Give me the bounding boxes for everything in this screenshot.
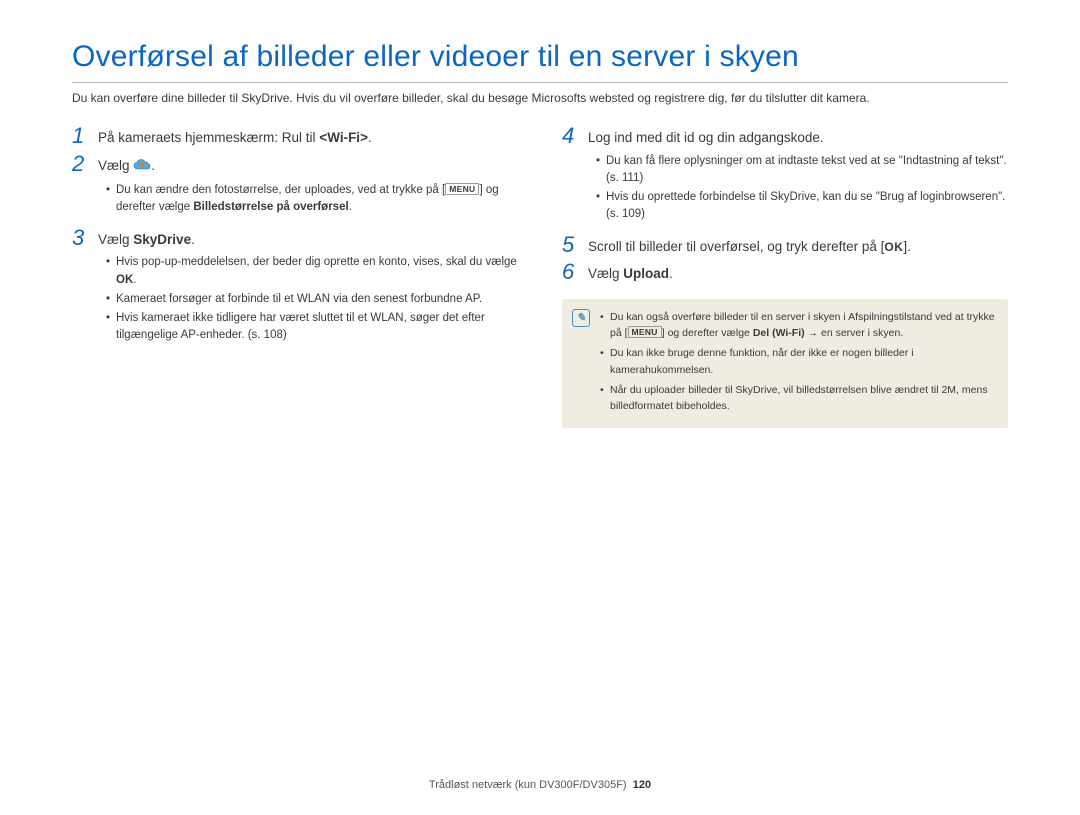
step-3-post: . <box>191 232 195 247</box>
note-list: Du kan også overføre billeder til en ser… <box>600 309 996 419</box>
step-1-text: På kameraets hjemmeskærm: Rul til <Wi-Fi… <box>98 125 372 149</box>
cloud-icon <box>133 157 151 179</box>
step-1-post: . <box>368 130 372 145</box>
bullet-text: Du kan ændre den fotostørrelse, der uplo… <box>116 184 445 196</box>
page-title: Overførsel af billeder eller videoer til… <box>72 40 1008 74</box>
step-number: 4 <box>562 125 580 147</box>
step-1: 1 På kameraets hjemmeskærm: Rul til <Wi-… <box>72 125 518 149</box>
step-6: 6 Vælg Upload. <box>562 261 1008 285</box>
step-5-text: Scroll til billeder til overførsel, og t… <box>588 234 911 258</box>
arrow-icon: → <box>805 327 821 339</box>
step-4: 4 Log ind med dit id og din adgangskode. <box>562 125 1008 149</box>
step-3: 3 Vælg SkyDrive. <box>72 227 518 251</box>
note-icon: ✎ <box>572 309 590 327</box>
list-item: Hvis kameraet ikke tidligere har været s… <box>106 310 518 345</box>
right-column: 4 Log ind med dit id og din adgangskode.… <box>562 125 1008 428</box>
ok-label: OK <box>116 274 133 286</box>
step-2-bullets: Du kan ændre den fotostørrelse, der uplo… <box>72 182 518 217</box>
menu-icon: MENU <box>445 183 479 195</box>
step-2-label: Vælg <box>98 158 133 173</box>
note-box: ✎ Du kan også overføre billeder til en s… <box>562 299 1008 429</box>
list-item: Du kan også overføre billeder til en ser… <box>600 309 996 342</box>
content-columns: 1 På kameraets hjemmeskærm: Rul til <Wi-… <box>72 125 1008 428</box>
step-6-pre: Vælg <box>588 266 623 281</box>
list-item: Hvis du oprettede forbindelse til SkyDri… <box>596 189 1008 224</box>
list-item: Når du uploader billeder til SkyDrive, v… <box>600 382 996 415</box>
step-3-pre: Vælg <box>98 232 133 247</box>
step-2: 2 Vælg . <box>72 153 518 179</box>
step-6-post: . <box>669 266 673 281</box>
list-item: Du kan ikke bruge denne funktion, når de… <box>600 345 996 378</box>
step-5: 5 Scroll til billeder til overførsel, og… <box>562 234 1008 258</box>
list-item: Kameraet forsøger at forbinde til et WLA… <box>106 291 518 308</box>
skydrive-label: SkyDrive <box>133 232 191 247</box>
page-number: 120 <box>633 779 651 791</box>
note-text: ] og derefter vælge <box>662 327 753 339</box>
step-1-pre: På kameraets hjemmeskærm: Rul til <box>98 130 319 145</box>
bullet-text: . <box>133 274 136 286</box>
step-4-bullets: Du kan få flere oplysninger om at indtas… <box>562 153 1008 224</box>
title-divider <box>72 82 1008 83</box>
step-6-text: Vælg Upload. <box>588 261 673 285</box>
note-bold: Del (Wi-Fi) <box>753 327 805 339</box>
step-5-pre: Scroll til billeder til overførsel, og t… <box>588 239 884 254</box>
list-item: Hvis pop-up-meddelelsen, der beder dig o… <box>106 254 518 289</box>
upload-label: Upload <box>623 266 669 281</box>
step-2-dot: . <box>151 158 155 173</box>
step-4-text: Log ind med dit id og din adgangskode. <box>588 125 824 149</box>
left-column: 1 På kameraets hjemmeskærm: Rul til <Wi-… <box>72 125 518 428</box>
step-2-text: Vælg . <box>98 153 155 179</box>
ok-icon: OK <box>884 238 903 257</box>
page-footer: Trådløst netværk (kun DV300F/DV305F) 120 <box>0 779 1080 791</box>
step-number: 2 <box>72 153 90 175</box>
step-number: 5 <box>562 234 580 256</box>
note-text: en server i skyen. <box>821 327 903 339</box>
step-number: 6 <box>562 261 580 283</box>
step-number: 1 <box>72 125 90 147</box>
intro-text: Du kan overføre dine billeder til SkyDri… <box>72 89 1008 107</box>
note-icon-wrap: ✎ <box>572 309 590 419</box>
list-item: Du kan få flere oplysninger om at indtas… <box>596 153 1008 188</box>
step-5-post: ]. <box>903 239 911 254</box>
wifi-label: <Wi-Fi> <box>319 130 368 145</box>
bullet-text: . <box>349 201 352 213</box>
footer-label: Trådløst netværk (kun DV300F/DV305F) <box>429 779 627 791</box>
bullet-bold: Billedstørrelse på overførsel <box>193 201 348 213</box>
menu-icon: MENU <box>628 326 662 338</box>
step-number: 3 <box>72 227 90 249</box>
step-3-bullets: Hvis pop-up-meddelelsen, der beder dig o… <box>72 254 518 344</box>
step-3-text: Vælg SkyDrive. <box>98 227 195 251</box>
bullet-text: Hvis pop-up-meddelelsen, der beder dig o… <box>116 256 517 268</box>
list-item: Du kan ændre den fotostørrelse, der uplo… <box>106 182 518 217</box>
